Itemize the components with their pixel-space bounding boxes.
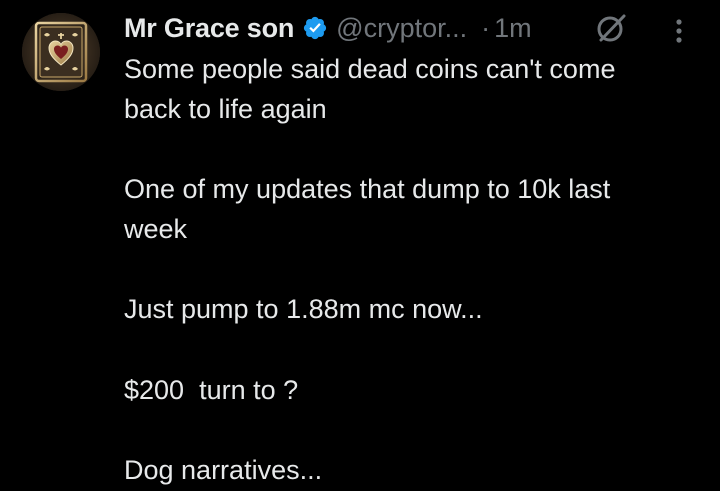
header-separator: ·	[481, 12, 491, 43]
author-handle[interactable]: @cryptor...	[336, 13, 467, 44]
tweet-text-line: back to life again	[124, 93, 327, 124]
tweet-text: Some people said dead coins can't come b…	[124, 50, 704, 491]
tweet-text-line: One of my updates that dump to 10k last	[124, 174, 611, 204]
tweet[interactable]: Mr Grace son @cryptor... · 1m Some peopl…	[0, 0, 720, 489]
more-options-icon[interactable]	[668, 12, 690, 46]
tweet-timestamp[interactable]: 1m	[494, 13, 532, 44]
avatar[interactable]	[22, 13, 100, 91]
tweet-paragraph: One of my updates that dump to 10k last …	[124, 170, 704, 249]
author-display-name[interactable]: Mr Grace son	[124, 13, 294, 44]
verified-badge-icon[interactable]	[302, 15, 328, 41]
grok-icon[interactable]	[594, 11, 628, 45]
tweet-text-line: Just pump to 1.88m mc now...	[124, 294, 483, 324]
tweet-text-line: Some people said dead coins can't come	[124, 54, 616, 84]
tweet-text-line: Dog narratives...	[124, 455, 323, 485]
tweet-paragraph: Dog narratives...	[124, 451, 704, 491]
tweet-text-line: $200 turn to ?	[124, 374, 299, 405]
tweet-paragraph: Some people said dead coins can't come b…	[124, 50, 704, 129]
tweet-text-line: week	[124, 213, 188, 244]
ornate-heart-card-icon	[22, 13, 100, 91]
tweet-paragraph: Just pump to 1.88m mc now...	[124, 290, 704, 330]
tweet-paragraph: $200 turn to ?	[124, 371, 704, 411]
